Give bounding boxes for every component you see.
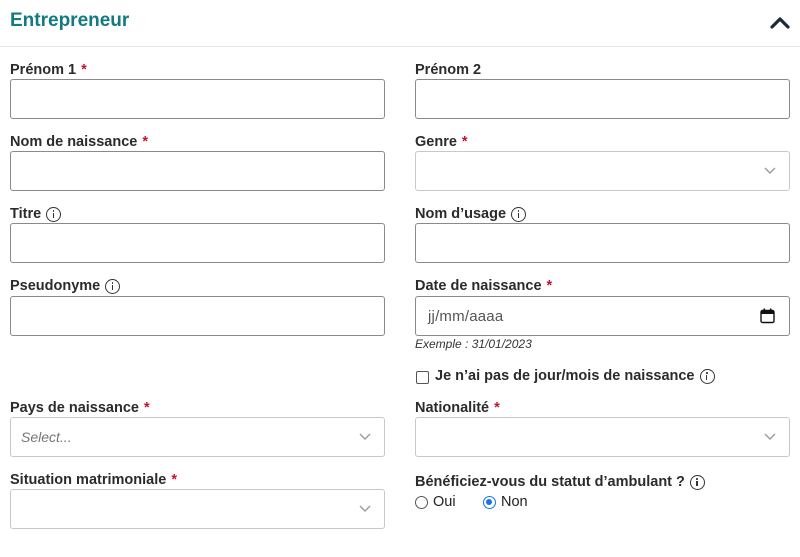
calendar-icon[interactable] [760,308,775,324]
info-icon[interactable] [689,474,705,490]
info-icon[interactable] [699,368,715,384]
pays-naissance-select-value: Select... [21,429,72,445]
nom-naissance-input[interactable] [10,151,385,191]
required-marker: * [461,134,468,150]
prenom2-input[interactable] [415,79,790,119]
situation-label: Situation matrimoniale * [10,472,177,488]
prenom1-input[interactable] [10,79,385,119]
genre-label: Genre * [415,134,468,150]
pays-naissance-label: Pays de naissance * [10,400,150,416]
pseudonyme-label-text: Pseudonyme [10,278,101,294]
date-naissance-input[interactable]: jj/mm/aaaa [415,296,790,336]
required-marker: * [81,62,87,78]
section-title: Entrepreneur [10,10,130,31]
section-header: Entrepreneur [0,0,800,47]
nom-usage-label-text: Nom d’usage [415,206,507,222]
nationalite-label-text: Nationalité [415,400,490,416]
radio-non[interactable] [483,495,496,509]
chevron-down-icon [764,167,776,174]
required-marker: * [546,278,553,294]
ambulant-label: Bénéficiez-vous du statut d’ambulant ? [415,474,705,490]
info-icon[interactable] [105,278,121,294]
no-day-month-label-text: Je n’ai pas de jour/mois de naissance [435,368,695,384]
chevron-up-icon [770,17,790,29]
info-icon[interactable] [46,206,62,222]
chevron-down-icon [359,505,371,512]
situation-label-text: Situation matrimoniale [10,472,167,488]
pays-naissance-label-text: Pays de naissance [10,400,139,416]
chevron-down-icon [359,433,371,440]
ambulant-label-text: Bénéficiez-vous du statut d’ambulant ? [415,474,685,490]
nom-naissance-label-text: Nom de naissance [10,134,138,150]
pays-naissance-select[interactable]: Select... [10,417,385,457]
chevron-down-icon [764,433,776,440]
prenom2-label-text: Prénom 2 [415,62,482,78]
date-naissance-label: Date de naissance * [415,278,552,294]
titre-label: Titre [10,206,62,222]
collapse-button[interactable] [766,10,794,36]
no-day-month-checkbox[interactable] [416,371,429,384]
date-hint: Exemple : 31/01/2023 [415,337,532,351]
genre-select[interactable] [415,151,790,191]
titre-label-text: Titre [10,206,42,222]
prenom2-label: Prénom 2 [415,62,481,78]
nationalite-label: Nationalité * [415,400,500,416]
no-day-month-label: Je n’ai pas de jour/mois de naissance [435,368,715,384]
date-placeholder: jj/mm/aaaa [428,308,504,325]
nationalite-select[interactable] [415,417,790,457]
info-icon[interactable] [511,206,527,222]
ambulant-non-option[interactable]: Non [483,494,528,510]
radio-oui[interactable] [415,495,428,509]
situation-select[interactable] [10,489,385,529]
nom-usage-input[interactable] [415,223,790,263]
nom-usage-label: Nom d’usage [415,206,527,222]
date-naissance-label-text: Date de naissance [415,278,542,294]
prenom1-label: Prénom 1 * [10,62,87,78]
genre-label-text: Genre [415,134,457,150]
required-marker: * [494,400,500,416]
required-marker: * [142,134,148,150]
required-marker: * [143,400,150,416]
titre-input[interactable] [10,223,385,263]
radio-non-label: Non [501,494,528,510]
prenom1-label-text: Prénom 1 [10,62,77,78]
pseudonyme-label: Pseudonyme [10,278,121,294]
required-marker: * [171,472,177,488]
radio-oui-label: Oui [433,494,456,510]
nom-naissance-label: Nom de naissance * [10,134,148,150]
pseudonyme-input[interactable] [10,296,385,336]
ambulant-oui-option[interactable]: Oui [415,494,456,510]
